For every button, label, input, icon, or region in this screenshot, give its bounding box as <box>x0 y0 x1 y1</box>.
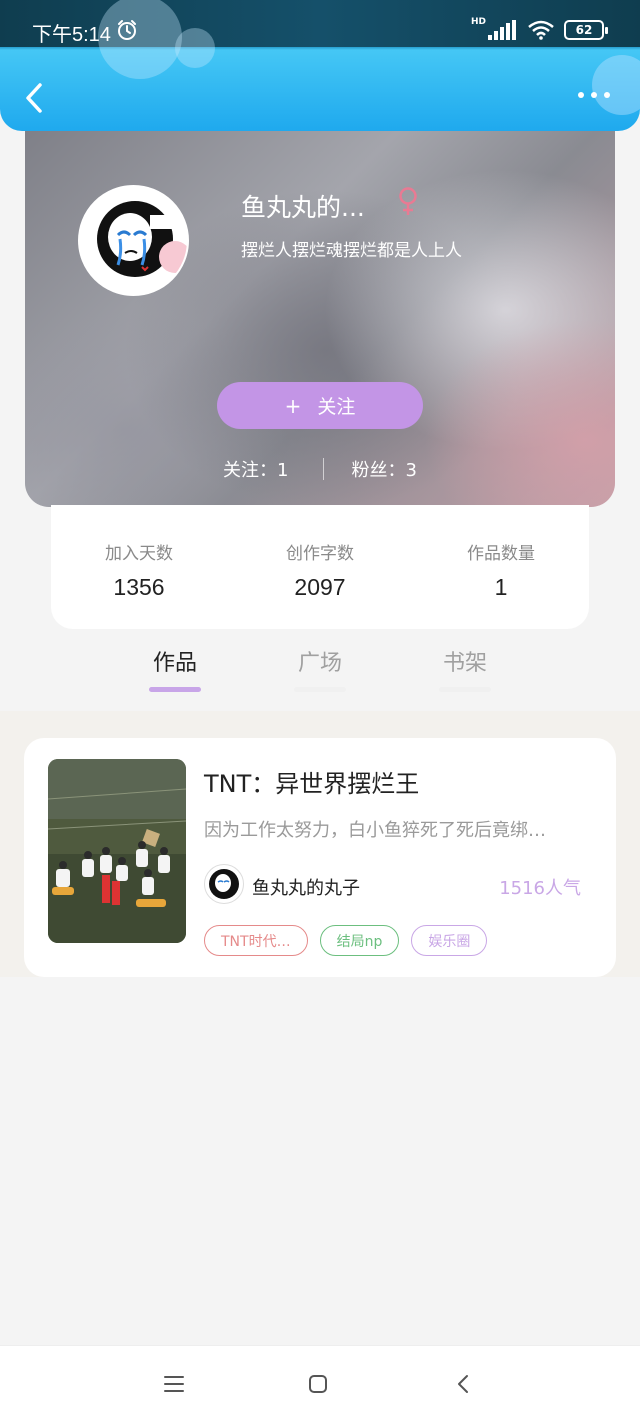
tag-item[interactable]: 娱乐圈 <box>411 925 488 956</box>
stat-value: 2097 <box>294 574 346 600</box>
tab-label: 广场 <box>297 651 342 676</box>
home-icon[interactable] <box>306 1372 330 1396</box>
user-name: 鱼丸丸的... <box>241 193 365 222</box>
avatar-image <box>80 187 187 294</box>
stat-label: 作品数量 <box>467 544 535 564</box>
stats-card: 加入天数 1356 创作字数 2097 作品数量 1 <box>51 505 589 629</box>
profile-header: 鱼丸丸的... 摆烂人摆烂魂摆烂都是人上人 + 关注 关注：1 粉丝：3 <box>25 110 615 507</box>
female-icon <box>399 187 417 215</box>
top-app-bar: 下午5:14 HD 62 <box>0 0 640 131</box>
cover-image <box>48 759 186 943</box>
signal-icon <box>488 20 516 40</box>
tab-indicator <box>294 687 346 692</box>
tab-label: 作品 <box>152 651 197 676</box>
status-time: 下午5:14 <box>32 24 111 46</box>
network-type-label: HD <box>470 17 486 27</box>
tab-works[interactable]: 作品 <box>130 645 220 692</box>
follow-stats: 关注：1 粉丝：3 <box>25 456 615 482</box>
work-description: 因为工作太努力，白小鱼猝死了死后竟绑… <box>204 820 546 841</box>
battery-indicator: 62 <box>564 20 608 40</box>
alarm-icon <box>118 20 136 40</box>
tab-indicator <box>149 687 201 692</box>
popularity-count: 1516人气 <box>499 878 581 899</box>
battery-level: 62 <box>575 23 593 37</box>
fans-count[interactable]: 粉丝：3 <box>352 456 417 482</box>
tag-item[interactable]: TNT时代… <box>204 925 308 956</box>
stat-value: 1 <box>494 574 508 600</box>
content-tabs: 作品 广场 书架 <box>0 645 640 711</box>
divider <box>322 458 324 480</box>
user-bio: 摆烂人摆烂魂摆烂都是人上人 <box>241 241 462 261</box>
wifi-icon <box>528 20 554 40</box>
menu-icon[interactable] <box>162 1372 186 1396</box>
avatar[interactable] <box>78 185 189 296</box>
tab-bookshelf[interactable]: 书架 <box>420 645 510 692</box>
back-button[interactable] <box>20 80 50 116</box>
plus-icon: + <box>284 393 302 418</box>
tag-item[interactable]: 结局np <box>319 925 400 956</box>
author-name: 鱼丸丸的丸子 <box>252 878 360 899</box>
stat-label: 创作字数 <box>286 544 354 564</box>
book-cover[interactable] <box>48 759 186 943</box>
following-count[interactable]: 关注：1 <box>223 456 288 482</box>
more-options-button[interactable] <box>578 92 610 98</box>
works-list: TNT：异世界摆烂王 因为工作太努力，白小鱼猝死了死后竟绑… 鱼丸丸的丸子 15… <box>0 711 640 977</box>
tab-indicator <box>439 687 491 692</box>
status-indicators: HD 62 <box>470 17 608 42</box>
author-avatar <box>204 864 244 904</box>
tag-list: TNT时代… 结局np 娱乐圈 <box>204 925 488 956</box>
stat-value: 1356 <box>113 574 165 600</box>
back-nav-icon[interactable] <box>452 1372 476 1396</box>
stat-word-count: 创作字数 2097 <box>260 539 380 629</box>
system-navigation-bar <box>0 1345 640 1422</box>
work-card[interactable]: TNT：异世界摆烂王 因为工作太努力，白小鱼猝死了死后竟绑… 鱼丸丸的丸子 15… <box>24 738 616 977</box>
tab-label: 书架 <box>442 651 487 676</box>
work-title[interactable]: TNT：异世界摆烂王 <box>204 764 419 799</box>
stat-work-count: 作品数量 1 <box>441 539 561 629</box>
follow-button-label: 关注 <box>317 396 356 418</box>
stat-join-days: 加入天数 1356 <box>79 539 199 629</box>
more-dots-icon <box>578 92 584 98</box>
tab-square[interactable]: 广场 <box>275 645 365 692</box>
stat-label: 加入天数 <box>105 544 173 564</box>
follow-button[interactable]: + 关注 <box>217 382 423 429</box>
